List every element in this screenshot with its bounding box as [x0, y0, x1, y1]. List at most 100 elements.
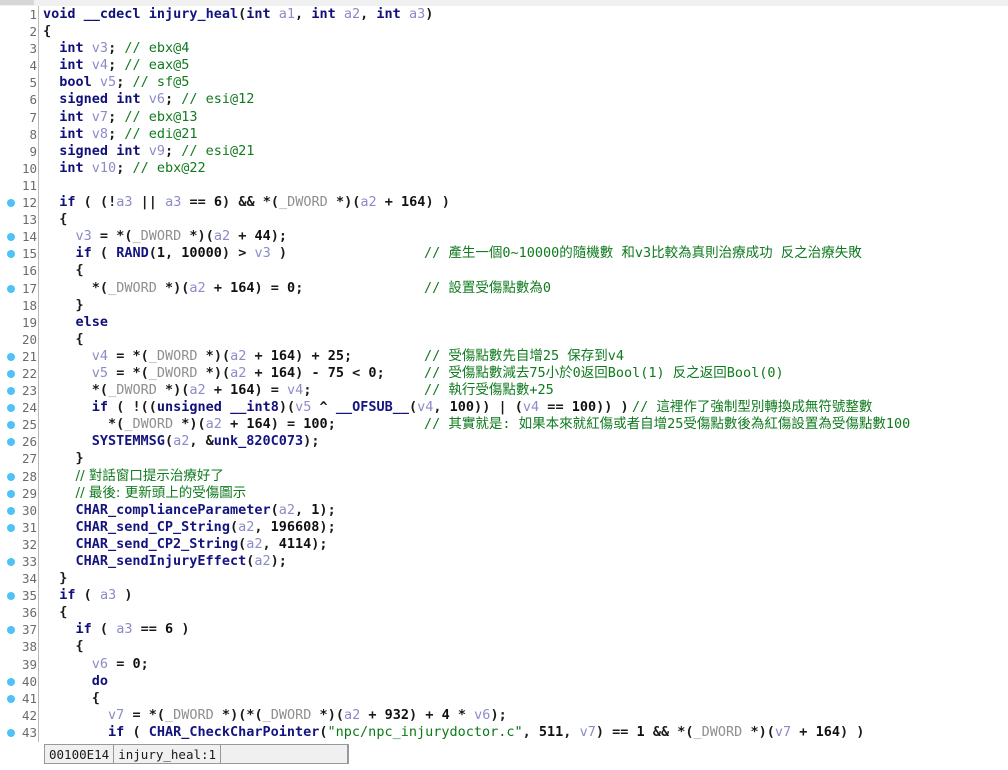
code-text: {	[91, 689, 100, 706]
line-number: 19	[21, 314, 37, 330]
breakpoint-dot-icon[interactable]	[7, 421, 15, 430]
side-comment: // 受傷點數先自增25 保存到v4	[424, 348, 625, 364]
code-line[interactable]: 34 }	[0, 570, 1008, 588]
line-number: 15	[0, 245, 38, 262]
code-text: v4 = *(_DWORD *)(a2 + 164) + 25;	[91, 347, 353, 364]
breakpoint-dot-icon[interactable]	[7, 558, 15, 566]
breakpoint-dot-icon[interactable]	[7, 404, 15, 413]
breakpoint-dot-icon[interactable]	[7, 438, 15, 447]
breakpoint-dot-icon[interactable]	[7, 472, 15, 481]
code-line[interactable]: 9 signed int v9; // esi@21	[0, 142, 1008, 160]
code-line[interactable]: 44 {	[0, 741, 1008, 742]
code-text: int v7; // ebx@13	[59, 108, 198, 125]
breakpoint-dot-icon[interactable]	[7, 369, 15, 378]
breakpoint-dot-icon[interactable]	[7, 352, 15, 361]
code-line[interactable]: 2{	[0, 23, 1008, 41]
line-number: 17	[0, 280, 38, 297]
breakpoint-dot-icon[interactable]	[7, 387, 15, 396]
code-line[interactable]: 37 if ( a3 == 6 )	[0, 621, 1008, 639]
breakpoint-dot-icon[interactable]	[7, 694, 15, 703]
code-line[interactable]: 16 {	[0, 262, 1008, 280]
line-number: 4	[29, 58, 37, 74]
code-text: }	[75, 450, 84, 467]
code-line[interactable]: 43 if ( CHAR_CheckCharPointer("npc/npc_i…	[0, 723, 1008, 742]
code-line[interactable]: 6 signed int v6; // esi@12	[0, 91, 1008, 109]
code-line[interactable]: 39 v6 = 0;	[0, 655, 1008, 673]
code-line[interactable]: 8 int v8; // edi@21	[0, 125, 1008, 143]
pseudocode-editor[interactable]: 1 void __cdecl injury_heal(int a1, int a2…	[0, 6, 1008, 742]
line-number: 44	[0, 741, 38, 742]
code-line[interactable]: 38 {	[0, 638, 1008, 656]
line-number: 13	[21, 212, 37, 228]
breakpoint-dot-icon[interactable]	[7, 233, 15, 242]
code-line[interactable]: 14 v3 = *(_DWORD *)(a2 + 44);	[0, 228, 1008, 246]
line-number: 37	[0, 621, 38, 638]
line-number: 35	[0, 587, 38, 604]
code-line[interactable]: 30 CHAR_complianceParameter(a2, 1);	[0, 501, 1008, 519]
breakpoint-dot-icon[interactable]	[7, 677, 15, 686]
side-comment: // 執行受傷點數+25	[424, 382, 554, 399]
code-text: if ( a3 == 6 )	[75, 621, 190, 638]
code-line[interactable]: 10 int v10; // ebx@22	[0, 159, 1008, 177]
code-line[interactable]: 36 {	[0, 604, 1008, 622]
code-text: CHAR_send_CP_String(a2, 196608);	[75, 518, 336, 535]
code-line[interactable]: 33 CHAR_sendInjuryEffect(a2);	[0, 553, 1008, 571]
code-line[interactable]: 42 v7 = *(_DWORD *)(*(_DWORD *)(a2 + 932…	[0, 706, 1008, 724]
code-line[interactable]: 4 int v4; // eax@5	[0, 57, 1008, 75]
line-number: 25	[0, 416, 38, 433]
line-number: 2	[29, 24, 37, 40]
code-text: }	[59, 570, 68, 587]
line-number: 18	[21, 297, 37, 313]
breakpoint-dot-icon[interactable]	[7, 199, 15, 208]
code-line[interactable]: 5 bool v5; // sf@5	[0, 74, 1008, 92]
code-line[interactable]: 40 do	[0, 672, 1008, 690]
code-text: CHAR_send_CP2_String(a2, 4114);	[75, 535, 328, 552]
code-text: do	[91, 672, 109, 689]
code-line[interactable]: 31 CHAR_send_CP_String(a2, 196608);	[0, 518, 1008, 536]
breakpoint-dot-icon[interactable]	[7, 489, 15, 498]
breakpoint-dot-icon[interactable]	[7, 728, 15, 737]
code-text: {	[43, 23, 52, 40]
code-line[interactable]: 7 int v7; // ebx@13	[0, 108, 1008, 126]
line-number: 26	[0, 433, 38, 450]
tab-injury-heal[interactable]	[0, 0, 34, 5]
line-number: 29	[0, 485, 38, 502]
code-line[interactable]: 28 // 對話窗口提示治療好了	[0, 467, 1008, 485]
line-number: 28	[0, 468, 38, 485]
breakpoint-dot-icon[interactable]	[7, 284, 15, 293]
code-line[interactable]: 11	[0, 176, 1008, 195]
breakpoint-dot-icon[interactable]	[7, 506, 15, 515]
code-text: {	[75, 330, 84, 347]
line-number: 16	[21, 263, 37, 279]
status-address: 00100E14	[45, 745, 115, 763]
code-line[interactable]: 20 {	[0, 330, 1008, 348]
line-number: 24	[0, 399, 38, 416]
status-bar: 00100E14 injury_heal:1	[44, 744, 350, 764]
status-extra	[221, 745, 349, 763]
code-line[interactable]: 19 else	[0, 313, 1008, 331]
code-line[interactable]: 3 int v3; // ebx@4	[0, 40, 1008, 58]
code-line[interactable]: 26 SYSTEMMSG(a2, &unk_820C073);	[0, 433, 1008, 451]
line-number: 32	[21, 536, 37, 552]
code-line[interactable]: 13 {	[0, 211, 1008, 229]
code-line[interactable]: 41 {	[0, 689, 1008, 707]
line-number: 34	[21, 571, 37, 587]
breakpoint-dot-icon[interactable]	[7, 523, 15, 532]
code-line[interactable]: 1 void __cdecl injury_heal(int a1, int a2…	[0, 6, 1008, 24]
code-text: if ( RAND(1, 10000) > v3 )	[75, 245, 288, 262]
status-location: injury_heal:1	[114, 745, 222, 763]
code-line[interactable]: 18 }	[0, 296, 1008, 314]
breakpoint-dot-icon[interactable]	[7, 626, 15, 635]
line-number: 10	[21, 160, 37, 176]
breakpoint-dot-icon[interactable]	[7, 592, 15, 601]
line-number: 22	[0, 365, 38, 382]
breakpoint-dot-icon[interactable]	[7, 250, 15, 259]
code-line[interactable]: 32 CHAR_send_CP2_String(a2, 4114);	[0, 535, 1008, 553]
code-line[interactable]: 12 if ( (!a3 || a3 == 6) && *(_DWORD *)(…	[0, 194, 1008, 212]
code-line[interactable]: 27 }	[0, 450, 1008, 468]
code-line[interactable]: 29 // 最後: 更新頭上的受傷圖示	[0, 484, 1008, 502]
line-number: 33	[0, 553, 38, 570]
code-text: if ( a3 )	[59, 587, 133, 604]
line-number: 5	[29, 75, 37, 91]
code-line[interactable]: 35 if ( a3 )	[0, 587, 1008, 605]
